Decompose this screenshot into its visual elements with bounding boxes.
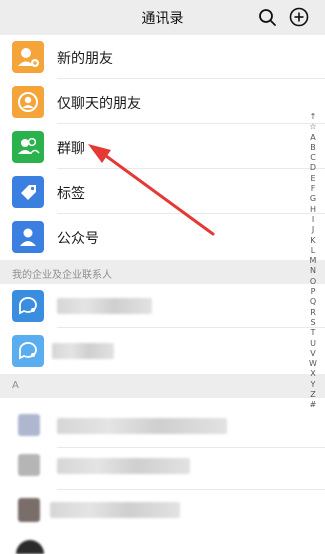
blurred-name	[50, 502, 180, 518]
tag-icon	[12, 176, 44, 208]
index-letter[interactable]: ☆	[305, 122, 321, 132]
add-circle-icon	[289, 7, 309, 27]
index-letter[interactable]: E	[305, 174, 321, 184]
group-chat-icon	[12, 131, 44, 163]
index-letter[interactable]: F	[305, 184, 321, 194]
blurred-name	[57, 298, 152, 314]
blurred-name	[52, 343, 114, 359]
index-letter[interactable]: H	[305, 205, 321, 215]
index-letter[interactable]: J	[305, 225, 321, 235]
enterprise-contact-row[interactable]	[0, 329, 325, 373]
index-letter[interactable]: C	[305, 153, 321, 163]
index-letter[interactable]: Q	[305, 297, 321, 307]
row-label: 仅聊天的朋友	[57, 96, 141, 112]
divider	[57, 123, 325, 124]
blurred-name	[57, 458, 190, 474]
section-header-enterprise: 我的企业及企业联系人	[0, 260, 325, 284]
index-letter[interactable]: M	[305, 256, 321, 266]
row-label: 群聊	[57, 141, 85, 157]
index-letter[interactable]: B	[305, 143, 321, 153]
index-letter[interactable]: W	[305, 359, 321, 369]
index-letter[interactable]: P	[305, 287, 321, 297]
avatar	[18, 414, 40, 436]
index-letter[interactable]: U	[305, 339, 321, 349]
enterprise-contact-row[interactable]	[0, 284, 325, 328]
add-friend-icon	[12, 41, 44, 73]
contact-row[interactable]	[0, 404, 325, 448]
index-letter[interactable]: K	[305, 236, 321, 246]
index-letter[interactable]: V	[305, 349, 321, 359]
avatar	[18, 454, 40, 476]
index-letter[interactable]: O	[305, 277, 321, 287]
index-letter[interactable]: Z	[305, 390, 321, 400]
contact-row[interactable]	[0, 490, 325, 534]
avatar	[18, 498, 40, 522]
row-new-friends[interactable]: 新的朋友	[0, 35, 325, 79]
enterprise-chat-icon	[12, 290, 44, 322]
top-bar: 通讯录	[0, 0, 325, 35]
index-letter[interactable]: G	[305, 194, 321, 204]
avatar	[16, 540, 44, 554]
index-letter[interactable]: X	[305, 369, 321, 379]
row-label: 新的朋友	[57, 51, 113, 67]
section-header-a: A	[0, 374, 325, 398]
row-chat-only-friends[interactable]: 仅聊天的朋友	[0, 80, 325, 124]
divider	[57, 78, 325, 79]
divider	[57, 213, 325, 214]
index-letter[interactable]: ↑	[305, 112, 321, 122]
index-letter[interactable]: L	[305, 246, 321, 256]
row-tags[interactable]: 标签	[0, 170, 325, 214]
row-group-chats[interactable]: 群聊	[0, 125, 325, 169]
index-letter[interactable]: N	[305, 266, 321, 276]
row-official-accounts[interactable]: 公众号	[0, 215, 325, 259]
contact-row[interactable]	[0, 446, 325, 490]
index-letter[interactable]: Y	[305, 380, 321, 390]
alphabet-index[interactable]: ↑ ☆ A B C D E F G H I J K L M N O P Q R S T U V W X Y Z #	[305, 112, 321, 411]
search-button[interactable]	[256, 6, 278, 28]
index-letter[interactable]: S	[305, 318, 321, 328]
enterprise-chat-icon	[12, 335, 44, 367]
row-label: 标签	[57, 186, 85, 202]
blurred-name	[57, 418, 227, 434]
index-letter[interactable]: T	[305, 328, 321, 338]
index-letter[interactable]: #	[305, 400, 321, 410]
index-letter[interactable]: A	[305, 133, 321, 143]
divider	[57, 168, 325, 169]
divider	[57, 327, 325, 328]
chat-friend-icon	[12, 86, 44, 118]
official-account-icon	[12, 221, 44, 253]
search-icon	[259, 9, 276, 26]
index-letter[interactable]: I	[305, 215, 321, 225]
index-letter[interactable]: D	[305, 163, 321, 173]
row-label: 公众号	[57, 231, 99, 247]
add-button[interactable]	[288, 6, 310, 28]
index-letter[interactable]: R	[305, 308, 321, 318]
